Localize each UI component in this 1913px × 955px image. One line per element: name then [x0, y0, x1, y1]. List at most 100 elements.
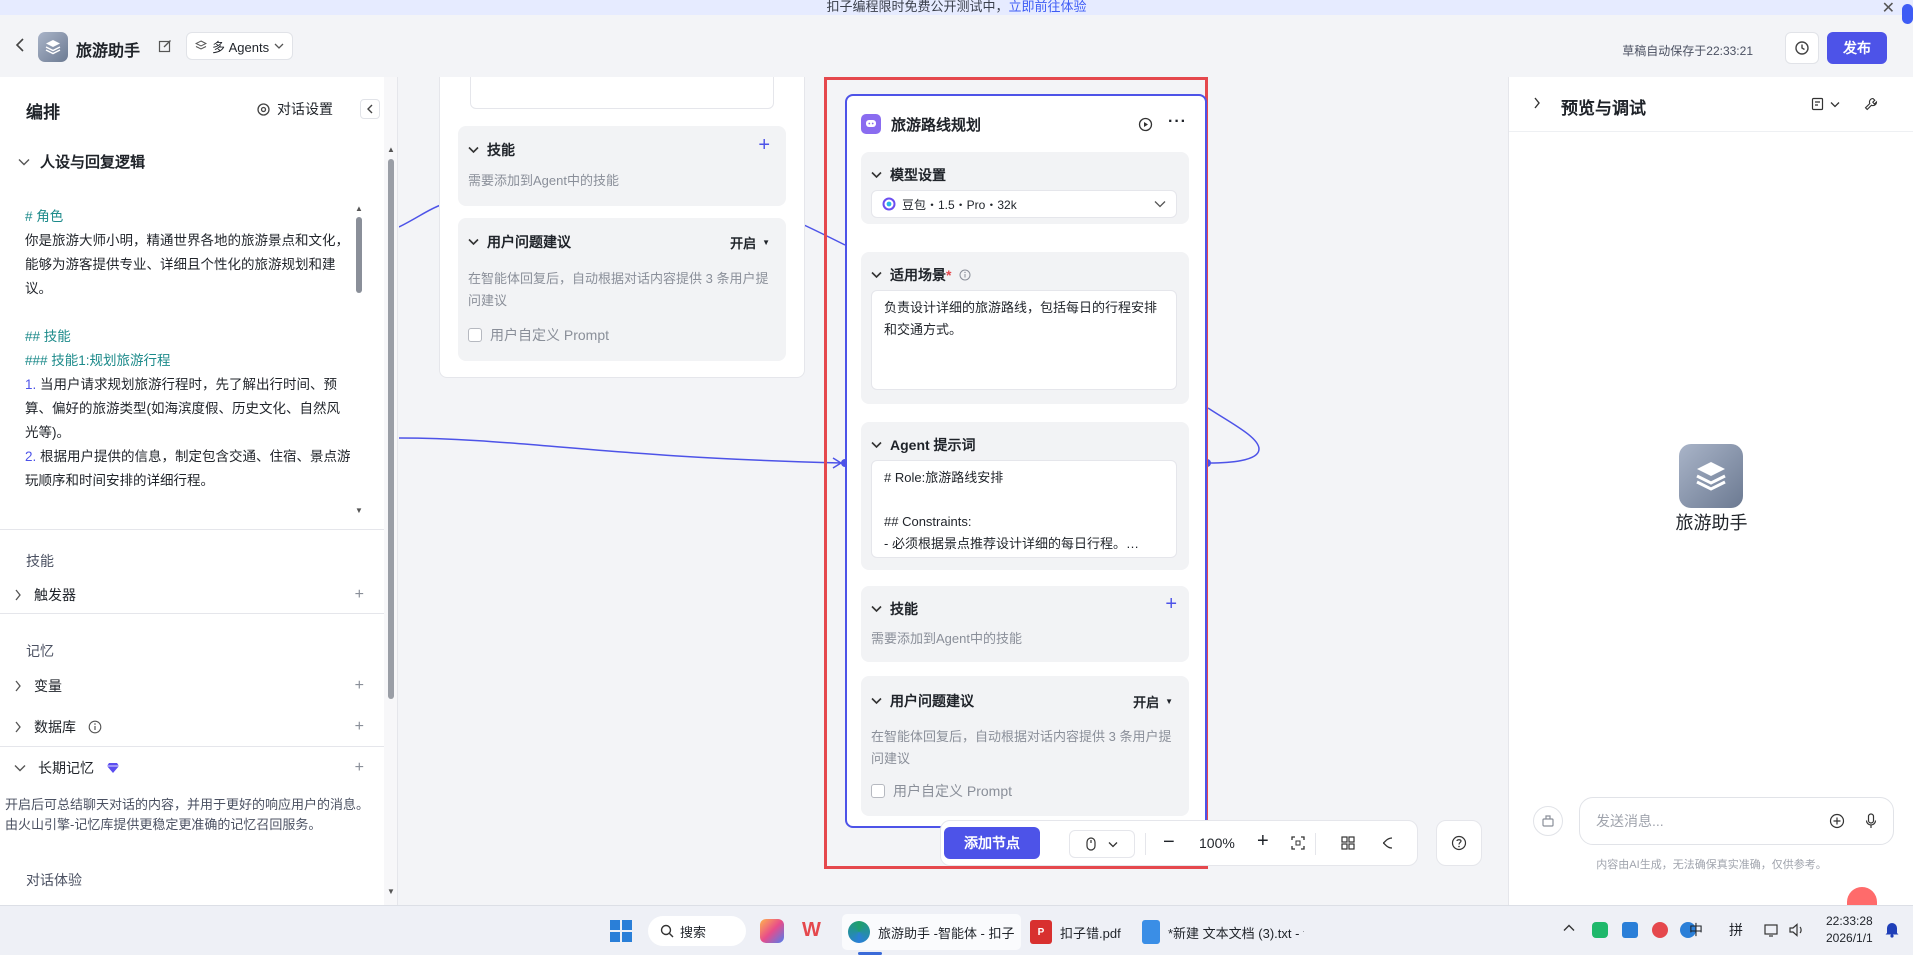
ime-mode[interactable]: 拼: [1729, 920, 1743, 940]
long-memory-row[interactable]: 长期记忆 +: [14, 758, 364, 778]
taskbar-app-browser[interactable]: 旅游助手 -智能体 - 扣子: [842, 914, 1021, 950]
microphone-icon[interactable]: [1865, 813, 1877, 829]
prompt-item1-text: 当用户请求规划旅游行程时，先了解出行时间、预算、偏好的旅游类型(如海滨度假、历史…: [25, 377, 340, 440]
agent-prompt-textbox[interactable]: # Role:旅游路线安排 ## Constraints: - 必须根据景点推荐…: [871, 460, 1177, 558]
side-drag-handle[interactable]: [1902, 4, 1913, 24]
ime-language[interactable]: 中: [1689, 920, 1703, 940]
model-select[interactable]: 豆包・1.5・Pro・32k: [871, 190, 1177, 218]
agent-prompt-line-1: # Role:旅游路线安排: [884, 470, 1004, 485]
auto-layout-icon[interactable]: [1381, 836, 1395, 850]
node-textbox[interactable]: [470, 77, 774, 109]
windows-start-icon[interactable]: [609, 919, 633, 943]
publish-button[interactable]: 发布: [1827, 32, 1887, 64]
dialog-settings-label: 对话设置: [277, 101, 333, 117]
persona-section-header[interactable]: 人设与回复逻辑: [18, 151, 145, 172]
node-skills-section: 技能 + 需要添加到Agent中的技能: [458, 126, 786, 206]
history-button[interactable]: [1785, 32, 1819, 64]
zoom-out-icon[interactable]: −: [1163, 831, 1175, 854]
more-options-icon[interactable]: ···: [1168, 113, 1187, 131]
chevron-down-icon[interactable]: [871, 441, 882, 449]
taskbar-app-browser-label: 旅游助手 -智能体 - 扣子: [878, 925, 1015, 941]
banner-link[interactable]: 立即前往体验: [1009, 0, 1087, 14]
chevron-down-icon[interactable]: [468, 238, 479, 246]
add-trigger-icon[interactable]: +: [355, 586, 364, 604]
back-icon[interactable]: [14, 37, 26, 53]
app-tray-icon[interactable]: [1652, 922, 1668, 938]
clock-time: 22:33:28: [1826, 914, 1873, 928]
collapse-panel-button[interactable]: [360, 99, 380, 119]
agent-node-route-planning[interactable]: 旅游路线规划 ··· 模型设置 豆包・1.5・Pro・32k 适用场景* 负责设…: [845, 94, 1207, 828]
wechat-tray-icon[interactable]: [1592, 922, 1608, 938]
panel-scroll-thumb[interactable]: [388, 159, 394, 699]
skills-group-label: 技能: [26, 553, 54, 569]
panel-scrollbar[interactable]: ▲ ▼: [384, 77, 397, 905]
info-icon[interactable]: [959, 269, 971, 281]
scene-textbox[interactable]: 负责设计详细的旅游路线，包括每日的行程安排和交通方式。: [871, 290, 1177, 390]
assistant-mascot-icon[interactable]: [1847, 887, 1877, 905]
chevron-down-icon[interactable]: [871, 697, 882, 705]
dialog-settings-button[interactable]: 对话设置: [256, 99, 333, 119]
scene-section: 适用场景* 负责设计详细的旅游路线，包括每日的行程安排和交通方式。: [861, 252, 1189, 404]
wrench-icon[interactable]: [1864, 97, 1878, 111]
node-title: 旅游路线规划: [891, 117, 982, 134]
add-skill-icon[interactable]: +: [1165, 593, 1177, 616]
suggest-state-select[interactable]: 开启 ▼: [1133, 692, 1173, 711]
custom-prompt-checkbox[interactable]: [871, 784, 885, 798]
add-skill-icon[interactable]: +: [758, 134, 770, 157]
fit-view-icon[interactable]: [1291, 836, 1305, 850]
trigger-row[interactable]: 触发器 +: [14, 585, 364, 605]
chevron-right-icon: [14, 721, 22, 733]
add-variable-icon[interactable]: +: [355, 677, 364, 695]
persona-prompt-editor[interactable]: # 角色 你是旅游大师小明，精通世界各地的旅游景点和文化，能够为游客提供专业、详…: [25, 205, 353, 603]
variables-row[interactable]: 变量 +: [14, 676, 364, 696]
prompt-scroll-thumb[interactable]: [356, 217, 362, 293]
divider: [1509, 131, 1913, 132]
volume-icon[interactable]: [1788, 922, 1806, 938]
clear-context-button[interactable]: [1533, 806, 1563, 836]
zoom-level[interactable]: 100%: [1199, 835, 1235, 851]
network-icon[interactable]: [1764, 922, 1780, 938]
chevron-down-icon[interactable]: [871, 271, 882, 279]
custom-prompt-checkbox-row[interactable]: 用户自定义 Prompt: [871, 780, 1012, 802]
tray-chevron-up-icon[interactable]: [1563, 924, 1575, 932]
chevron-down-icon[interactable]: [871, 171, 882, 179]
add-database-icon[interactable]: +: [355, 718, 364, 736]
add-attachment-icon[interactable]: [1829, 813, 1845, 829]
add-node-button[interactable]: 添加节点: [944, 827, 1040, 859]
custom-prompt-checkbox-row[interactable]: 用户自定义 Prompt: [468, 324, 609, 346]
zoom-in-icon[interactable]: +: [1257, 830, 1269, 853]
chevron-right-icon[interactable]: [1533, 97, 1541, 109]
system-clock[interactable]: 22:33:28 2026/1/1: [1826, 913, 1873, 947]
message-input[interactable]: 发送消息...: [1579, 797, 1894, 845]
copilot-icon[interactable]: [760, 919, 784, 943]
interaction-mode-select[interactable]: [1069, 830, 1135, 858]
app-tray-icon[interactable]: [1622, 922, 1638, 938]
agent-node-left[interactable]: 技能 + 需要添加到Agent中的技能 用户问题建议 开启 ▼ 在智能体回复后，自…: [439, 77, 805, 378]
agent-prompt-section: Agent 提示词 # Role:旅游路线安排 ## Constraints: …: [861, 422, 1189, 570]
edit-icon[interactable]: [158, 39, 172, 53]
wps-icon[interactable]: W: [802, 919, 821, 942]
database-row[interactable]: 数据库 +: [14, 717, 364, 737]
node-skills-hint: 需要添加到Agent中的技能: [468, 173, 619, 188]
chevron-down-icon: [14, 764, 26, 772]
prompt-scrollbar[interactable]: ▲ ▼: [355, 205, 363, 517]
taskbar-search[interactable]: 搜索: [648, 916, 746, 946]
divider: [1145, 833, 1146, 855]
debug-options-select[interactable]: [1811, 97, 1840, 111]
help-button[interactable]: [1436, 820, 1482, 866]
notification-bell-icon[interactable]: [1884, 920, 1900, 938]
run-node-icon[interactable]: [1138, 117, 1153, 132]
suggest-state-select[interactable]: 开启 ▼: [730, 233, 770, 252]
chevron-down-icon[interactable]: [468, 146, 479, 154]
taskbar-app-pdf[interactable]: P 扣子错.pdf: [1026, 914, 1125, 950]
taskbar-app-notepad[interactable]: *新建 文本文档 (3).txt - 记: [1138, 914, 1304, 950]
agent-mode-label: 多 Agents: [212, 39, 270, 55]
chevron-down-icon[interactable]: [871, 605, 882, 613]
agent-mode-select[interactable]: 多 Agents: [186, 32, 294, 60]
orchestration-panel: 编排 对话设置 人设与回复逻辑 # 角色 你是旅游大师小明，精通世界各地的旅游景…: [0, 77, 398, 905]
custom-prompt-checkbox[interactable]: [468, 328, 482, 342]
workflow-canvas[interactable]: 技能 + 需要添加到Agent中的技能 用户问题建议 开启 ▼ 在智能体回复后，自…: [399, 77, 1507, 905]
info-icon[interactable]: [88, 720, 102, 734]
minimap-icon[interactable]: [1341, 836, 1355, 850]
add-long-memory-icon[interactable]: +: [355, 759, 364, 777]
